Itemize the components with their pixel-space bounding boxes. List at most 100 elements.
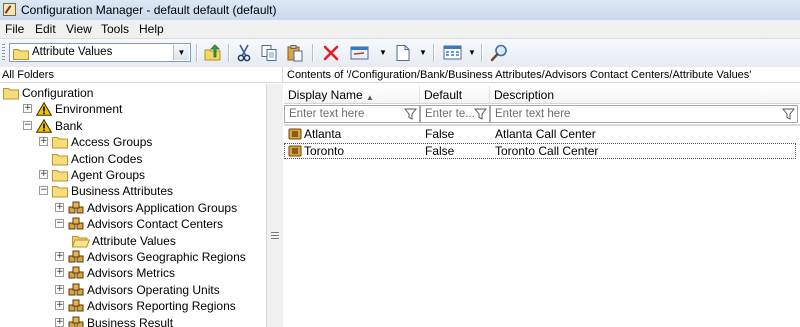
filter-funnel-icon[interactable] — [782, 108, 795, 120]
expand-icon[interactable]: + — [55, 301, 64, 311]
expand-icon[interactable]: + — [55, 268, 64, 278]
toolbar-grip[interactable] — [2, 44, 5, 62]
cell-default: False — [425, 127, 455, 141]
attribute-stack-icon — [68, 266, 84, 280]
delete-x-icon — [323, 45, 339, 61]
attribute-stack-icon — [68, 283, 84, 297]
find-button[interactable] — [488, 42, 510, 64]
folder-tree[interactable]: Configuration + Environment − Bank + Access Gr… — [0, 84, 266, 327]
expand-icon[interactable]: + — [23, 104, 32, 114]
menu-tools[interactable]: Tools — [101, 22, 129, 36]
folder-icon — [3, 86, 19, 100]
tree-node-label: Agent Groups — [71, 168, 146, 182]
cell-display-name: Toronto — [304, 144, 345, 158]
collapse-icon[interactable]: − — [55, 219, 64, 229]
filter-display-name[interactable]: Enter text here — [284, 105, 420, 123]
expand-icon[interactable]: + — [39, 170, 48, 179]
tree-node[interactable]: − Advisors Contact Centers — [0, 216, 266, 232]
tree-node-label: Bank — [55, 118, 83, 133]
menu-file[interactable]: File — [5, 22, 24, 36]
toolbar-separator — [433, 44, 434, 62]
copy-button[interactable] — [258, 42, 280, 64]
open-folder-icon — [71, 234, 91, 248]
attribute-stack-icon — [68, 316, 84, 327]
expand-icon[interactable]: + — [39, 137, 48, 147]
copy-icon — [261, 45, 277, 61]
tree-node[interactable]: + Advisors Reporting Regions — [0, 298, 266, 314]
app-icon — [3, 3, 16, 16]
paste-button[interactable] — [284, 42, 306, 64]
table-row[interactable]: Atlanta False Atlanta Call Center — [284, 126, 796, 142]
splitter-grip[interactable] — [271, 232, 279, 239]
menu-view[interactable]: View — [66, 22, 92, 36]
pane-splitter[interactable] — [266, 84, 283, 327]
collapse-icon[interactable]: − — [39, 186, 48, 196]
toolbar-separator — [228, 44, 229, 62]
tree-node[interactable]: + Access Groups — [0, 134, 266, 150]
tree-node[interactable]: + Agent Groups — [0, 167, 266, 183]
filter-description[interactable]: Enter text here — [490, 105, 798, 123]
delete-button[interactable] — [320, 42, 342, 64]
attribute-stack-icon — [68, 217, 84, 231]
tree-node-label: Attribute Values — [92, 233, 176, 248]
tree-node[interactable]: + Advisors Metrics — [0, 265, 266, 281]
tree-node[interactable]: Action Codes — [0, 151, 266, 167]
cut-button[interactable] — [233, 42, 255, 64]
folder-combo[interactable]: Attribute Values ▼ — [9, 43, 191, 62]
tree-node[interactable]: + Business Result — [0, 315, 266, 327]
up-folder-icon — [204, 44, 221, 61]
new-document-icon — [396, 45, 410, 61]
folder-icon — [13, 49, 29, 60]
folder-icon — [52, 152, 68, 166]
chevron-down-icon[interactable]: ▼ — [468, 48, 476, 57]
expand-icon[interactable]: + — [55, 284, 64, 294]
tree-node-label: Advisors Operating Units — [87, 282, 220, 297]
menu-help[interactable]: Help — [139, 22, 164, 36]
column-header-default[interactable]: Default — [420, 86, 490, 104]
tree-node[interactable]: + Advisors Geographic Regions — [0, 249, 266, 265]
tree-node[interactable]: Configuration — [0, 85, 266, 101]
chevron-down-icon[interactable]: ▼ — [173, 45, 189, 60]
expand-icon[interactable]: + — [55, 317, 64, 327]
new-object-button[interactable] — [392, 42, 414, 64]
tree-node-label: Advisors Reporting Regions — [87, 299, 236, 314]
tree-node[interactable]: Attribute Values — [0, 233, 266, 249]
tree-node-label: Business Attributes — [71, 184, 174, 199]
tree-node[interactable]: − Bank — [0, 118, 266, 134]
toolbar-separator — [481, 44, 482, 62]
toolbar: Attribute Values ▼ ▼ ▼ ▼ — [0, 39, 800, 68]
up-folder-button[interactable] — [202, 42, 224, 64]
attribute-value-icon — [288, 145, 302, 157]
filter-funnel-icon[interactable] — [404, 108, 417, 120]
tree-node-label: Access Groups — [71, 135, 153, 150]
cell-description: Atlanta Call Center — [495, 127, 596, 141]
column-header-description[interactable]: Description — [490, 86, 800, 104]
clipboard-icon — [287, 45, 303, 62]
column-header-display-name[interactable]: Display Name ▲ — [284, 86, 420, 104]
grid-view-icon — [443, 45, 462, 60]
tree-node[interactable]: + Advisors Operating Units — [0, 282, 266, 298]
tree-node[interactable]: − Business Attributes — [0, 183, 266, 199]
chevron-down-icon[interactable]: ▼ — [379, 48, 387, 57]
table-row[interactable]: Toronto False Toronto Call Center — [284, 143, 796, 159]
tree-node[interactable]: + Advisors Application Groups — [0, 200, 266, 216]
view-options-button[interactable] — [441, 42, 463, 64]
tree-node[interactable]: + Environment — [0, 101, 266, 117]
cell-default: False — [425, 144, 455, 158]
filter-default[interactable]: Enter te... — [420, 105, 490, 123]
tree-node-label: Advisors Metrics — [87, 266, 176, 281]
attribute-value-icon — [288, 128, 302, 140]
expand-icon[interactable]: + — [55, 202, 64, 212]
folder-icon — [52, 168, 68, 182]
folder-combo-value: Attribute Values — [32, 46, 113, 58]
tree-node-label: Advisors Application Groups — [87, 200, 238, 215]
tree-node-label: Environment — [55, 102, 123, 117]
menu-edit[interactable]: Edit — [35, 22, 56, 36]
properties-button[interactable] — [348, 42, 370, 64]
cell-display-name: Atlanta — [304, 127, 342, 141]
filter-funnel-icon[interactable] — [474, 108, 487, 120]
chevron-down-icon[interactable]: ▼ — [419, 48, 427, 57]
expand-icon[interactable]: + — [55, 252, 64, 261]
warning-icon — [35, 102, 53, 117]
collapse-icon[interactable]: − — [23, 120, 32, 130]
